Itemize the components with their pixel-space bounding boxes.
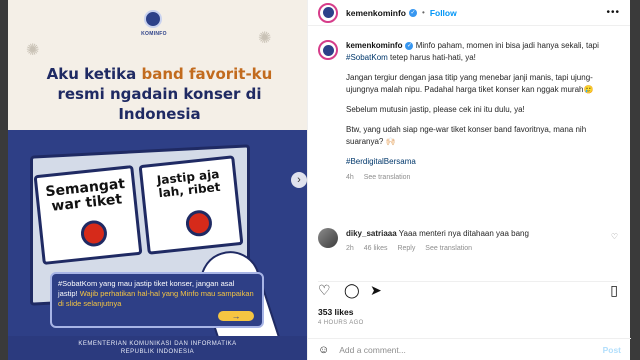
comment-icon[interactable]: ◯ xyxy=(344,282,360,299)
callout-highlight: Wajib perhatikan hal-hal yang Minfo mau … xyxy=(58,289,254,308)
headline-highlight: band favorit-ku xyxy=(141,65,273,83)
headline-part2: resmi ngadain konser di Indonesia xyxy=(57,85,262,123)
comment-username[interactable]: diky_satriaaa xyxy=(346,229,397,238)
red-button-icon xyxy=(184,208,214,238)
post-comment-button[interactable]: Post xyxy=(603,345,621,355)
avatar[interactable] xyxy=(318,228,338,248)
firework-icon: ✺ xyxy=(26,42,40,59)
footer-line2: REPUBLIK INDONESIA xyxy=(120,349,195,355)
footer-line1: KEMENTERIAN KOMUNIKASI DAN INFORMATIKA xyxy=(78,341,237,347)
post-side-panel: kemenkominfo ✓ • Follow ••• kemenkominfo… xyxy=(307,0,631,360)
header-username[interactable]: kemenkominfo xyxy=(346,8,406,18)
kominfo-logo xyxy=(322,44,334,56)
hashtag-link[interactable]: #BerdigitalBersama xyxy=(346,157,416,166)
image-headline: Aku ketika band favorit-ku resmi ngadain… xyxy=(22,64,297,124)
caption-p3: Sebelum mutusin jastip, please cek ini i… xyxy=(346,105,525,114)
add-comment-bar: ☺ Add a comment... Post xyxy=(308,338,631,360)
app-frame: ✺ ✺ KOMINFO Aku ketika band favorit-ku r… xyxy=(0,0,640,360)
verified-badge-icon: ✓ xyxy=(409,8,417,17)
firework-icon: ✺ xyxy=(258,30,272,47)
comment-meta: 2h 46 likes Reply See translation xyxy=(346,243,529,254)
see-translation-link[interactable]: See translation xyxy=(425,245,472,252)
caption-p2: Jangan tergiur dengan jasa titip yang me… xyxy=(346,73,594,94)
caption: kemenkominfo ✓ Minfo paham, momen ini bis… xyxy=(318,40,618,184)
header-separator: • xyxy=(422,8,425,17)
heart-icon[interactable]: ♡ xyxy=(318,282,331,299)
comment-text: Yaaa menteri nya ditahaan yaa bang xyxy=(396,229,529,238)
like-comment-heart-icon[interactable]: ♡ xyxy=(611,232,618,241)
meme-card-jastip: Jastip aja lah, ribet xyxy=(138,155,244,255)
hashtag-link[interactable]: #SobatKom xyxy=(346,53,388,62)
kominfo-logo-text: KOMINFO xyxy=(141,31,167,37)
post-modal: ✺ ✺ KOMINFO Aku ketika band favorit-ku r… xyxy=(8,0,631,360)
post-header: kemenkominfo ✓ • Follow ••• xyxy=(308,0,630,26)
bookmark-icon[interactable]: ▯ xyxy=(610,282,618,299)
image-footer: KEMENTERIAN KOMUNIKASI DAN INFORMATIKA R… xyxy=(8,336,307,360)
action-bar: ♡ ◯ ➤ ▯ xyxy=(318,281,618,299)
caption-p1a: Minfo paham, momen ini bisa jadi hanya s… xyxy=(413,41,599,50)
card-label: Jastip aja lah, ribet xyxy=(156,166,221,201)
post-timestamp: 4 HOURS AGO xyxy=(318,320,364,326)
next-slide-button[interactable]: › xyxy=(291,172,307,188)
caption-username[interactable]: kemenkominfo xyxy=(346,41,402,50)
likes-count[interactable]: 353 likes xyxy=(318,307,353,317)
caption-meta: 4h See translation xyxy=(346,172,618,184)
follow-button[interactable]: Follow xyxy=(430,8,457,18)
headline-part1: Aku ketika xyxy=(46,65,142,83)
comment-item: diky_satriaaa Yaaa menteri nya ditahaan … xyxy=(318,228,618,254)
emoji-icon[interactable]: ☺ xyxy=(318,344,329,356)
chevron-right-icon: › xyxy=(297,174,301,186)
caption-p4: Btw, yang udah siap nge-war tiket konser… xyxy=(346,125,587,146)
kominfo-logo xyxy=(144,10,162,28)
see-translation-link[interactable]: See translation xyxy=(364,174,411,181)
card-label: Semangat war tiket xyxy=(44,176,126,215)
image-callout: #SobatKom yang mau jastip tiket konser, … xyxy=(50,272,264,328)
comment-body: diky_satriaaa Yaaa menteri nya ditahaan … xyxy=(346,228,529,254)
caption-avatar-wrap xyxy=(318,40,338,184)
comment-input[interactable]: Add a comment... xyxy=(339,345,406,355)
share-icon[interactable]: ➤ xyxy=(370,282,382,299)
caption-p1b: tetep harus hati-hati, ya! xyxy=(387,53,476,62)
meme-card-war-ticket: Semangat war tiket xyxy=(33,165,143,265)
post-image[interactable]: ✺ ✺ KOMINFO Aku ketika band favorit-ku r… xyxy=(8,0,307,360)
caption-text: kemenkominfo ✓ Minfo paham, momen ini bis… xyxy=(346,40,618,184)
avatar[interactable] xyxy=(318,40,338,60)
avatar[interactable] xyxy=(318,2,338,23)
arrow-right-icon: → xyxy=(218,311,254,321)
comment-time: 2h xyxy=(346,245,354,252)
kominfo-logo xyxy=(322,7,334,18)
caption-time: 4h xyxy=(346,174,354,181)
red-button-icon xyxy=(79,219,109,248)
comment-likes[interactable]: 46 likes xyxy=(364,245,388,252)
more-options-icon[interactable]: ••• xyxy=(606,7,620,18)
reply-button[interactable]: Reply xyxy=(397,245,415,252)
